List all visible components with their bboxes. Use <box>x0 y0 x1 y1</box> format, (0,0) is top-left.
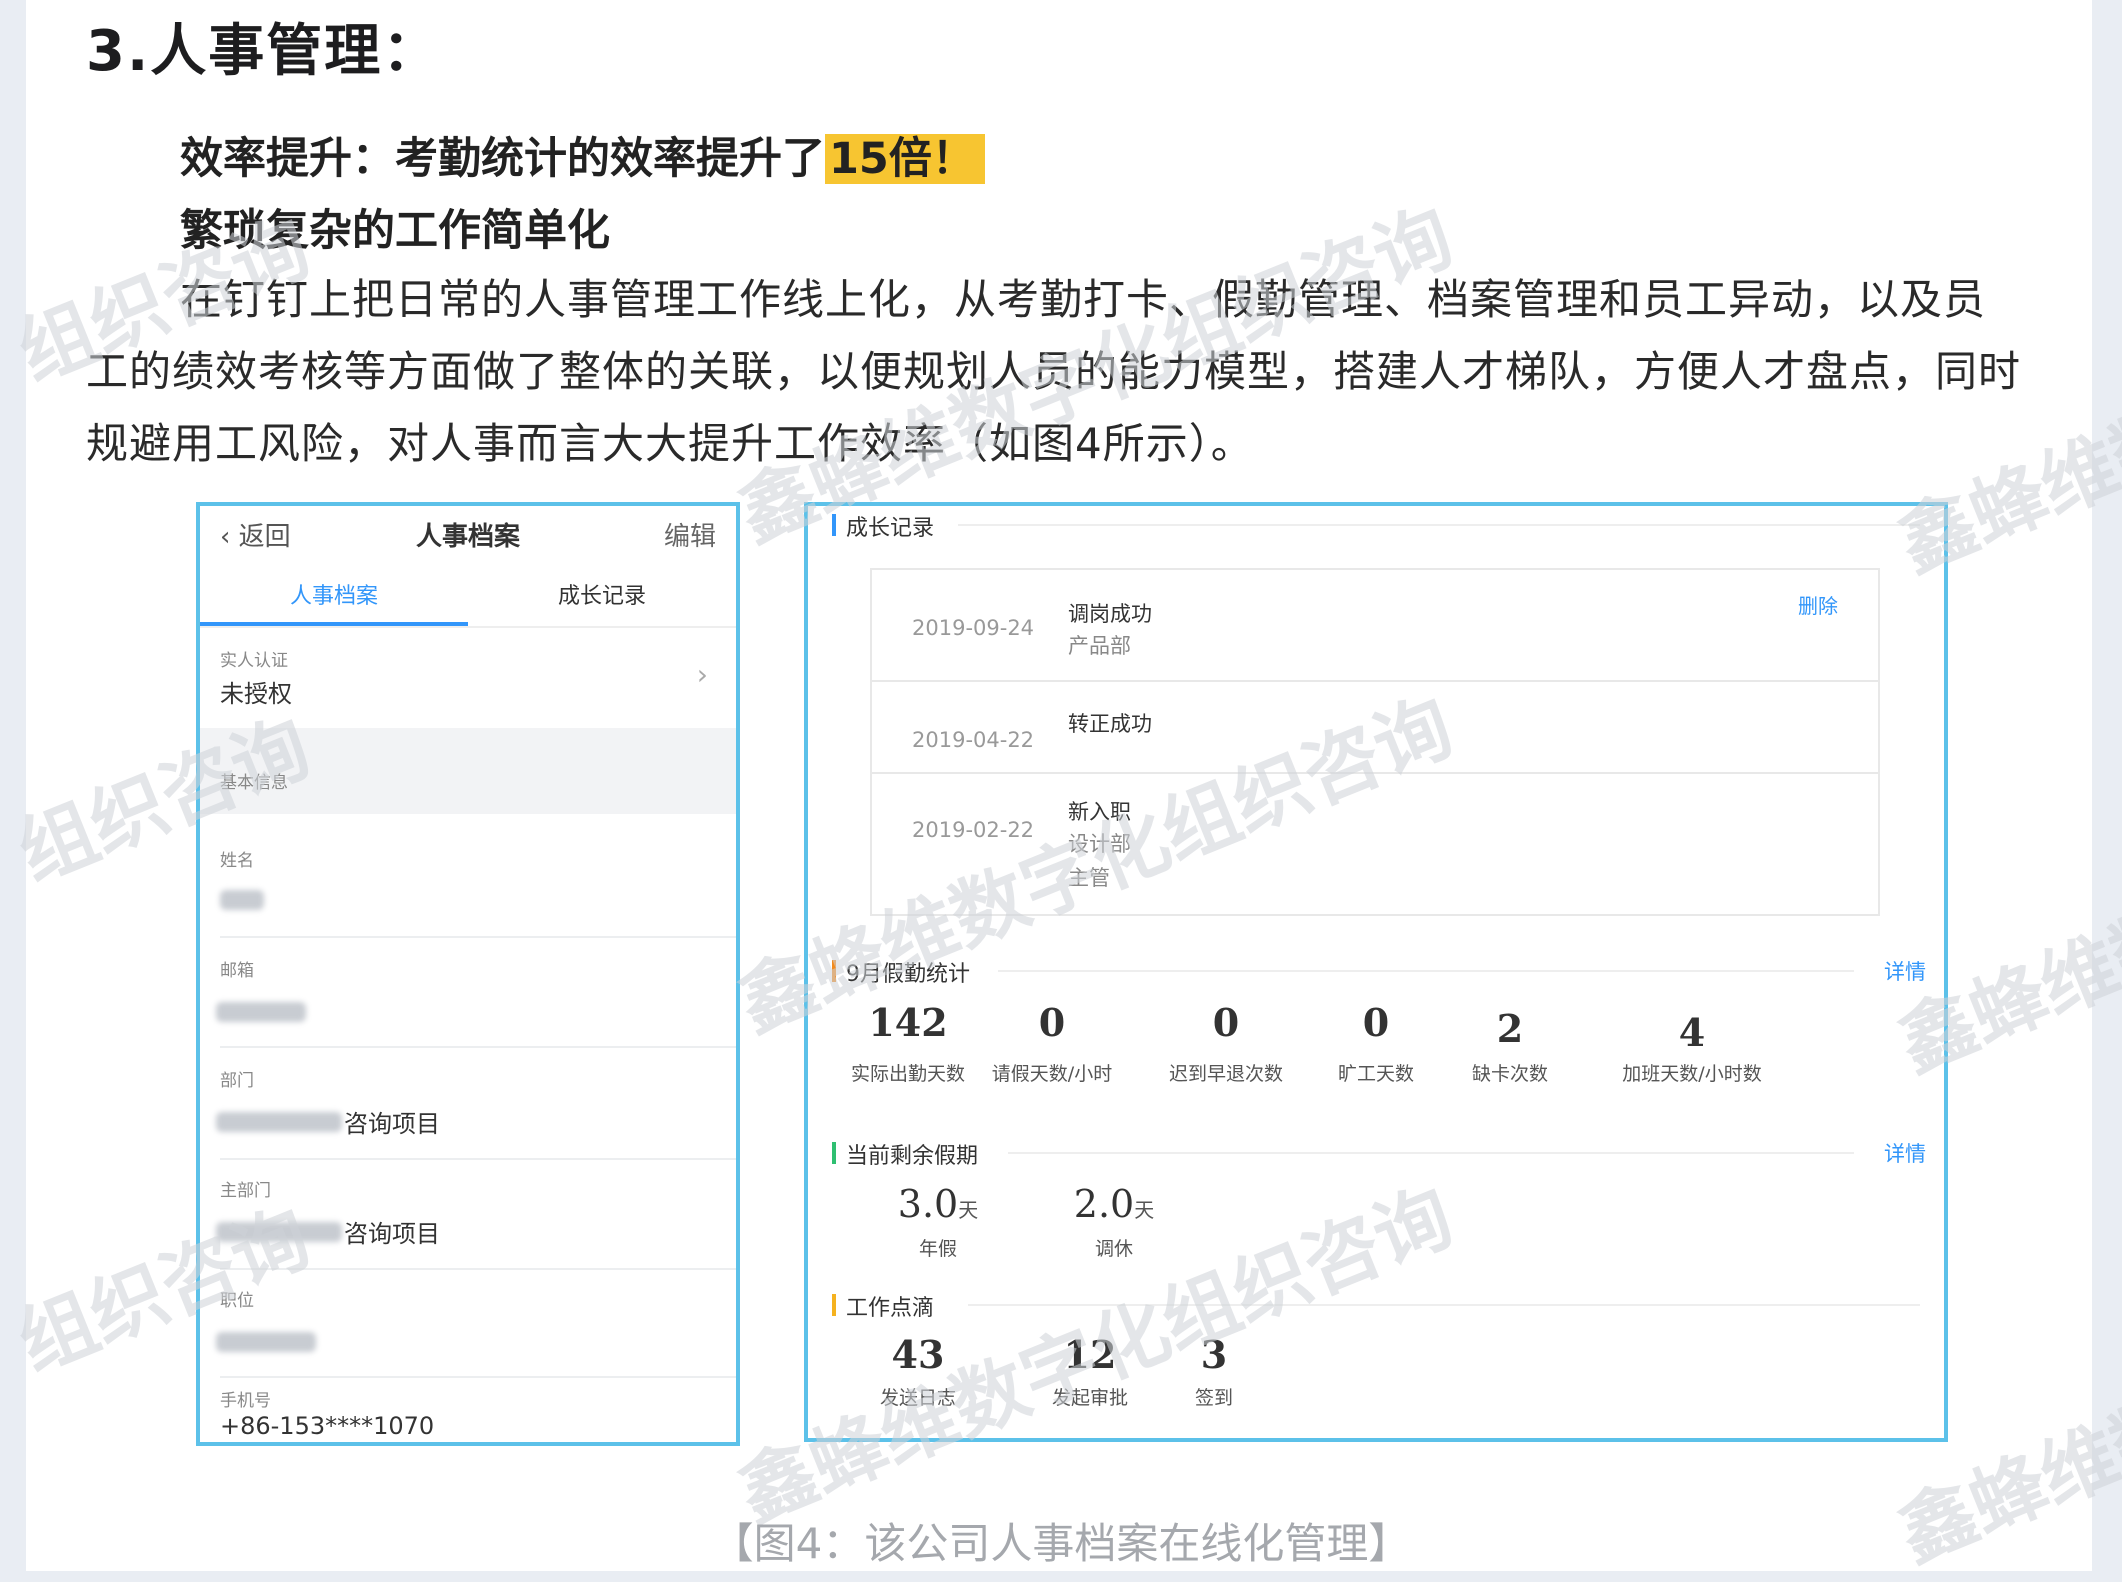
blurred-position <box>216 1332 316 1352</box>
growth-date: 2019-04-22 <box>912 728 1035 752</box>
leave-stat: 0 请假天数/小时 <box>962 1000 1142 1086</box>
lead-prefix: 效率提升：考勤统计的效率提升了 <box>180 134 825 184</box>
growth-item: 2019-02-22 新入职 设计部 主管 <box>870 772 1880 916</box>
accent-bar <box>832 1142 836 1164</box>
divider <box>220 1376 736 1378</box>
mobile-header: ‹ 返回 人事档案 编辑 <box>200 506 736 562</box>
leave-details-link[interactable]: 详情 <box>1884 956 1926 986</box>
phone-number: +86-153****1070 <box>220 1412 435 1440</box>
accent-bar <box>832 514 836 536</box>
section-label: 基本信息 <box>220 773 288 793</box>
accent-bar <box>832 960 836 982</box>
tab-growth[interactable]: 成长记录 <box>468 578 736 610</box>
stat-number: 2 <box>1496 1006 1524 1051</box>
section-heading: 3.人事管理： <box>86 19 441 84</box>
holiday-label: 年假 <box>918 1238 957 1260</box>
leave-stat: 4 加班天数/小时数 <box>1602 1010 1782 1086</box>
blurred-email <box>216 1002 306 1022</box>
field-label-main-department: 主部门 <box>220 1181 271 1201</box>
growth-event-detail: 设计部 <box>1068 832 1131 856</box>
work-stat: 43 发送日志 <box>848 1332 988 1410</box>
divider <box>220 1268 736 1270</box>
growth-section-title: 成长记录 <box>832 510 934 542</box>
growth-event-role: 主管 <box>1068 866 1110 890</box>
stat-number: 0 <box>1038 1000 1066 1045</box>
field-label-position: 职位 <box>220 1291 254 1311</box>
department-value: 咨询项目 <box>344 1110 440 1138</box>
leave-stat: 2 缺卡次数 <box>1420 1006 1600 1086</box>
growth-event-detail: 产品部 <box>1068 634 1131 658</box>
holiday-details-link[interactable]: 详情 <box>1884 1138 1926 1168</box>
accent-bar <box>832 1294 836 1316</box>
active-tab-indicator <box>200 622 468 626</box>
field-label-phone: 手机号 <box>220 1391 271 1411</box>
holiday-section-title: 当前剩余假期 <box>832 1138 978 1170</box>
stat-label: 签到 <box>1194 1387 1233 1409</box>
mobile-tabs: 人事档案 成长记录 <box>200 566 736 628</box>
tab-profile[interactable]: 人事档案 <box>200 578 468 610</box>
growth-date: 2019-09-24 <box>912 616 1035 640</box>
divider <box>220 1158 736 1160</box>
holiday-stat: 2.0天 调休 <box>1044 1182 1184 1261</box>
growth-title-text: 成长记录 <box>846 516 935 541</box>
work-section-title: 工作点滴 <box>832 1290 934 1322</box>
divider <box>1008 1152 1854 1154</box>
holiday-number: 3.0 <box>897 1182 959 1226</box>
field-label-department: 部门 <box>220 1071 254 1091</box>
stat-label: 请假天数/小时 <box>991 1063 1113 1085</box>
basic-info-section: 基本信息 <box>200 728 736 814</box>
blurred-name <box>220 890 264 910</box>
divider <box>968 1304 1920 1306</box>
lead-line-efficiency: 效率提升：考勤统计的效率提升了15倍！ <box>180 124 985 186</box>
field-label-name: 姓名 <box>220 851 254 871</box>
leave-title-text: 9月假勤统计 <box>846 962 970 987</box>
lead-line-simplify: 繁琐复杂的工作简单化 <box>180 206 610 256</box>
mobile-title: 人事档案 <box>415 522 520 552</box>
growth-event: 调岗成功 <box>1068 602 1152 626</box>
chevron-right-icon: › <box>696 658 708 691</box>
stat-number: 12 <box>1063 1332 1117 1377</box>
body-paragraph: 在钉钉上把日常的人事管理工作线上化，从考勤打卡、假勤管理、档案管理和员工异动，以… <box>86 275 2022 468</box>
figure-caption: 【图4：该公司人事档案在线化管理】 <box>711 1519 1411 1568</box>
growth-item: 2019-09-24 调岗成功 产品部 删除 <box>870 568 1880 682</box>
blurred-department <box>216 1112 342 1132</box>
holiday-unit: 天 <box>1134 1198 1155 1222</box>
stat-label: 发起审批 <box>1051 1387 1128 1409</box>
stat-number: 4 <box>1678 1010 1706 1055</box>
stat-label: 发送日志 <box>879 1387 956 1409</box>
stat-label: 缺卡次数 <box>1471 1063 1548 1085</box>
growth-item: 2019-04-22 转正成功 <box>870 680 1880 774</box>
realname-value[interactable]: 未授权 <box>220 674 292 709</box>
leave-section-title: 9月假勤统计 <box>832 956 970 988</box>
holiday-number: 2.0 <box>1073 1182 1135 1226</box>
work-title-text: 工作点滴 <box>846 1296 935 1321</box>
growth-date: 2019-02-22 <box>912 818 1035 842</box>
blurred-main-department <box>216 1222 342 1242</box>
holiday-label: 调休 <box>1094 1238 1133 1260</box>
divider <box>998 970 1854 972</box>
mobile-hr-profile-screenshot: ‹ 返回 人事档案 编辑 人事档案 成长记录 实人认证 未授权 › 基本信息 姓… <box>196 502 740 1446</box>
lead-highlight: 15倍！ <box>825 134 985 184</box>
stat-number: 43 <box>891 1332 945 1377</box>
holiday-unit: 天 <box>958 1198 979 1222</box>
divider <box>958 524 1920 526</box>
main-department-value: 咨询项目 <box>344 1220 440 1248</box>
delete-link[interactable]: 删除 <box>1798 590 1838 619</box>
stat-label: 加班天数/小时数 <box>1622 1063 1762 1085</box>
work-stat: 3 签到 <box>1144 1332 1284 1410</box>
field-label-email: 邮箱 <box>220 961 254 981</box>
growth-event: 新入职 <box>1068 800 1131 824</box>
realname-label: 实人认证 <box>220 651 288 671</box>
holiday-title-text: 当前剩余假期 <box>846 1144 979 1169</box>
growth-event: 转正成功 <box>1068 712 1152 736</box>
stat-number: 3 <box>1200 1332 1228 1377</box>
edit-button[interactable]: 编辑 <box>664 516 716 553</box>
holiday-stat: 3.0天 年假 <box>868 1182 1008 1261</box>
work-stat: 12 发起审批 <box>1020 1332 1160 1410</box>
divider <box>220 936 736 938</box>
desktop-growth-screenshot: 成长记录 2019-09-24 调岗成功 产品部 删除 2019-04-22 转… <box>804 502 1948 1442</box>
divider <box>220 1046 736 1048</box>
